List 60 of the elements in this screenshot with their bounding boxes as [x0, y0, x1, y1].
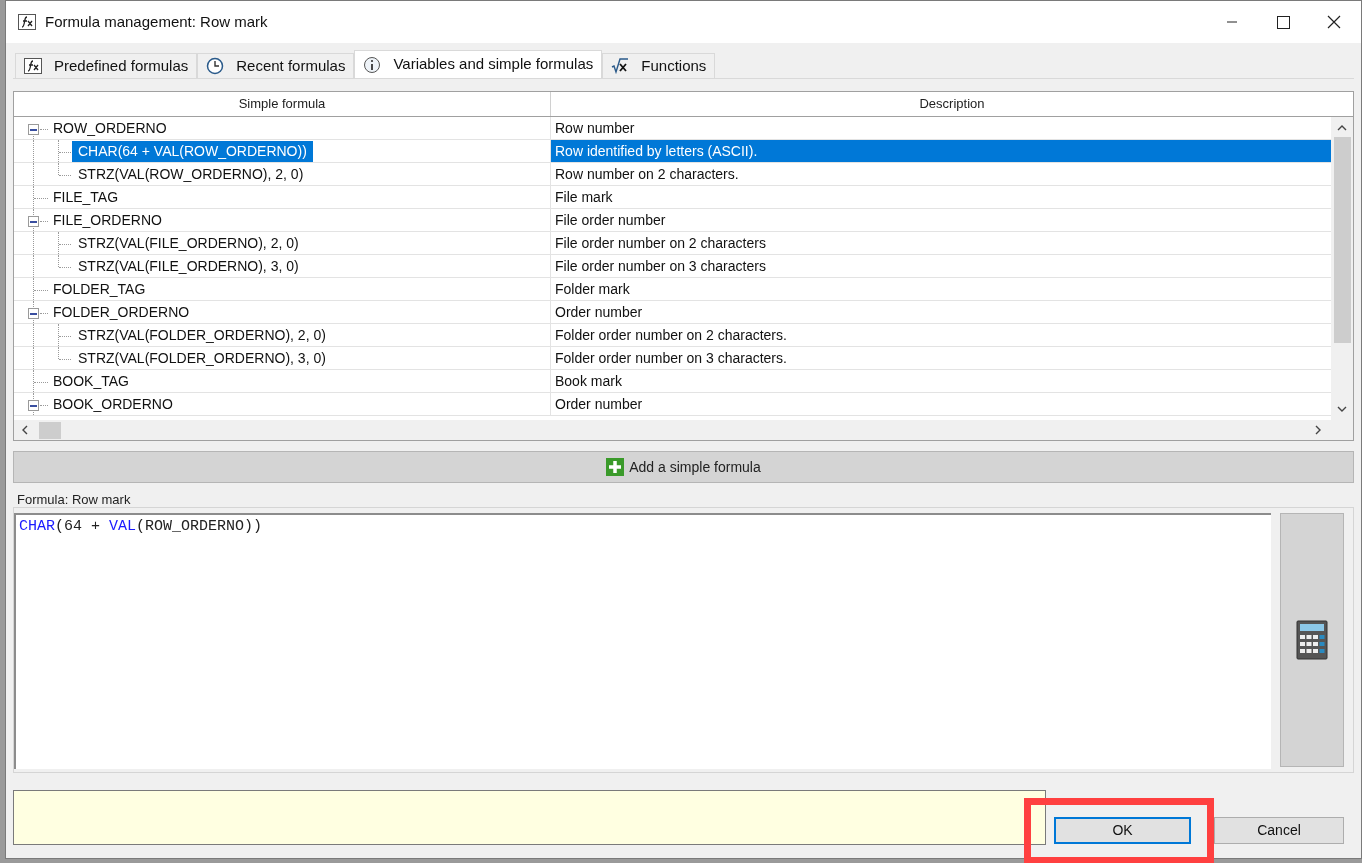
table-cell-text: Book mark — [554, 371, 623, 391]
formula-item[interactable]: FOLDER_ORDERNO — [47, 301, 196, 323]
scroll-down-icon[interactable] — [1337, 406, 1347, 412]
scroll-right-icon[interactable] — [1315, 425, 1321, 435]
calculator-button[interactable] — [1280, 513, 1344, 767]
formula-item[interactable]: STRZ(VAL(FOLDER_ORDERNO), 2, 0) — [72, 324, 332, 346]
close-icon — [1327, 15, 1341, 29]
formula-icon — [18, 14, 36, 30]
formula-item[interactable]: STRZ(VAL(FOLDER_ORDERNO), 3, 0) — [72, 347, 332, 369]
formula-item[interactable]: BOOK_ORDERNO — [47, 393, 179, 415]
formula-item[interactable]: FOLDER_TAG — [47, 278, 152, 300]
tab[interactable]: Predefined formulas — [15, 53, 198, 78]
formula-item[interactable]: FILE_TAG — [47, 186, 125, 208]
table-cell-text: Folder mark — [554, 279, 631, 299]
vertical-scrollbar[interactable] — [1331, 117, 1353, 420]
scrollbar-thumb[interactable] — [1333, 137, 1351, 343]
collapse-icon[interactable] — [28, 308, 39, 319]
table-cell-text: Row number — [554, 118, 636, 138]
table-cell-text: File mark — [554, 187, 614, 207]
formula-item[interactable]: STRZ(VAL(FILE_ORDERNO), 3, 0) — [72, 255, 305, 277]
horizontal-scrollbar[interactable] — [14, 420, 1353, 440]
formula-item[interactable]: CHAR(64 + VAL(ROW_ORDERNO)) — [72, 140, 313, 162]
clock-icon — [206, 57, 225, 75]
maximize-icon — [1276, 15, 1290, 29]
add-formula-button[interactable]: Add a simple formula — [13, 451, 1354, 483]
tab[interactable]: Recent formulas — [197, 53, 355, 78]
formula-item[interactable]: STRZ(VAL(FILE_ORDERNO), 2, 0) — [72, 232, 305, 254]
formula-item[interactable]: FILE_ORDERNO — [47, 209, 168, 231]
cancel-button[interactable]: Cancel — [1214, 817, 1344, 844]
scroll-left-icon[interactable] — [22, 425, 28, 435]
window-title: Formula management: Row mark — [45, 11, 268, 32]
table-cell-text: Order number — [554, 302, 644, 322]
table-cell-text: File order number on 3 characters — [554, 256, 767, 276]
table-cell: Row identified by letters (ASCII). — [551, 140, 1331, 162]
formula-item[interactable]: ROW_ORDERNO — [47, 117, 173, 139]
plus-icon — [606, 458, 625, 476]
formula-item[interactable]: BOOK_TAG — [47, 370, 135, 392]
table-cell-text: Folder order number on 2 characters. — [554, 325, 788, 345]
collapse-icon[interactable] — [28, 216, 39, 227]
table-cell-text: Row number on 2 characters. — [554, 164, 740, 184]
group-label: Formula: Row mark — [17, 493, 132, 507]
formula-editor[interactable]: CHAR(64 + VAL(ROW_ORDERNO)) — [14, 513, 1271, 769]
collapse-icon[interactable] — [28, 124, 39, 135]
table-cell-text: File order number — [554, 210, 667, 230]
calculator-icon — [1296, 620, 1328, 660]
table-cell-text: Folder order number on 3 characters. — [554, 348, 788, 368]
tab[interactable]: Variables and simple formulas — [354, 50, 603, 78]
formula-icon — [24, 58, 42, 74]
scrollbar-thumb[interactable] — [39, 421, 61, 439]
formula-item[interactable]: STRZ(VAL(ROW_ORDERNO), 2, 0) — [72, 163, 310, 185]
scroll-up-icon[interactable] — [1337, 125, 1347, 131]
column-header[interactable]: Description — [551, 92, 1353, 116]
table-cell-text: File order number on 2 characters — [554, 233, 767, 253]
collapse-icon[interactable] — [28, 400, 39, 411]
column-header[interactable]: Simple formula — [14, 92, 551, 116]
info-icon — [363, 55, 382, 74]
ok-button[interactable]: OK — [1054, 817, 1191, 844]
tab[interactable]: Functions — [602, 53, 716, 78]
square-root-icon — [611, 58, 630, 74]
table-cell-text: Order number — [554, 394, 644, 414]
